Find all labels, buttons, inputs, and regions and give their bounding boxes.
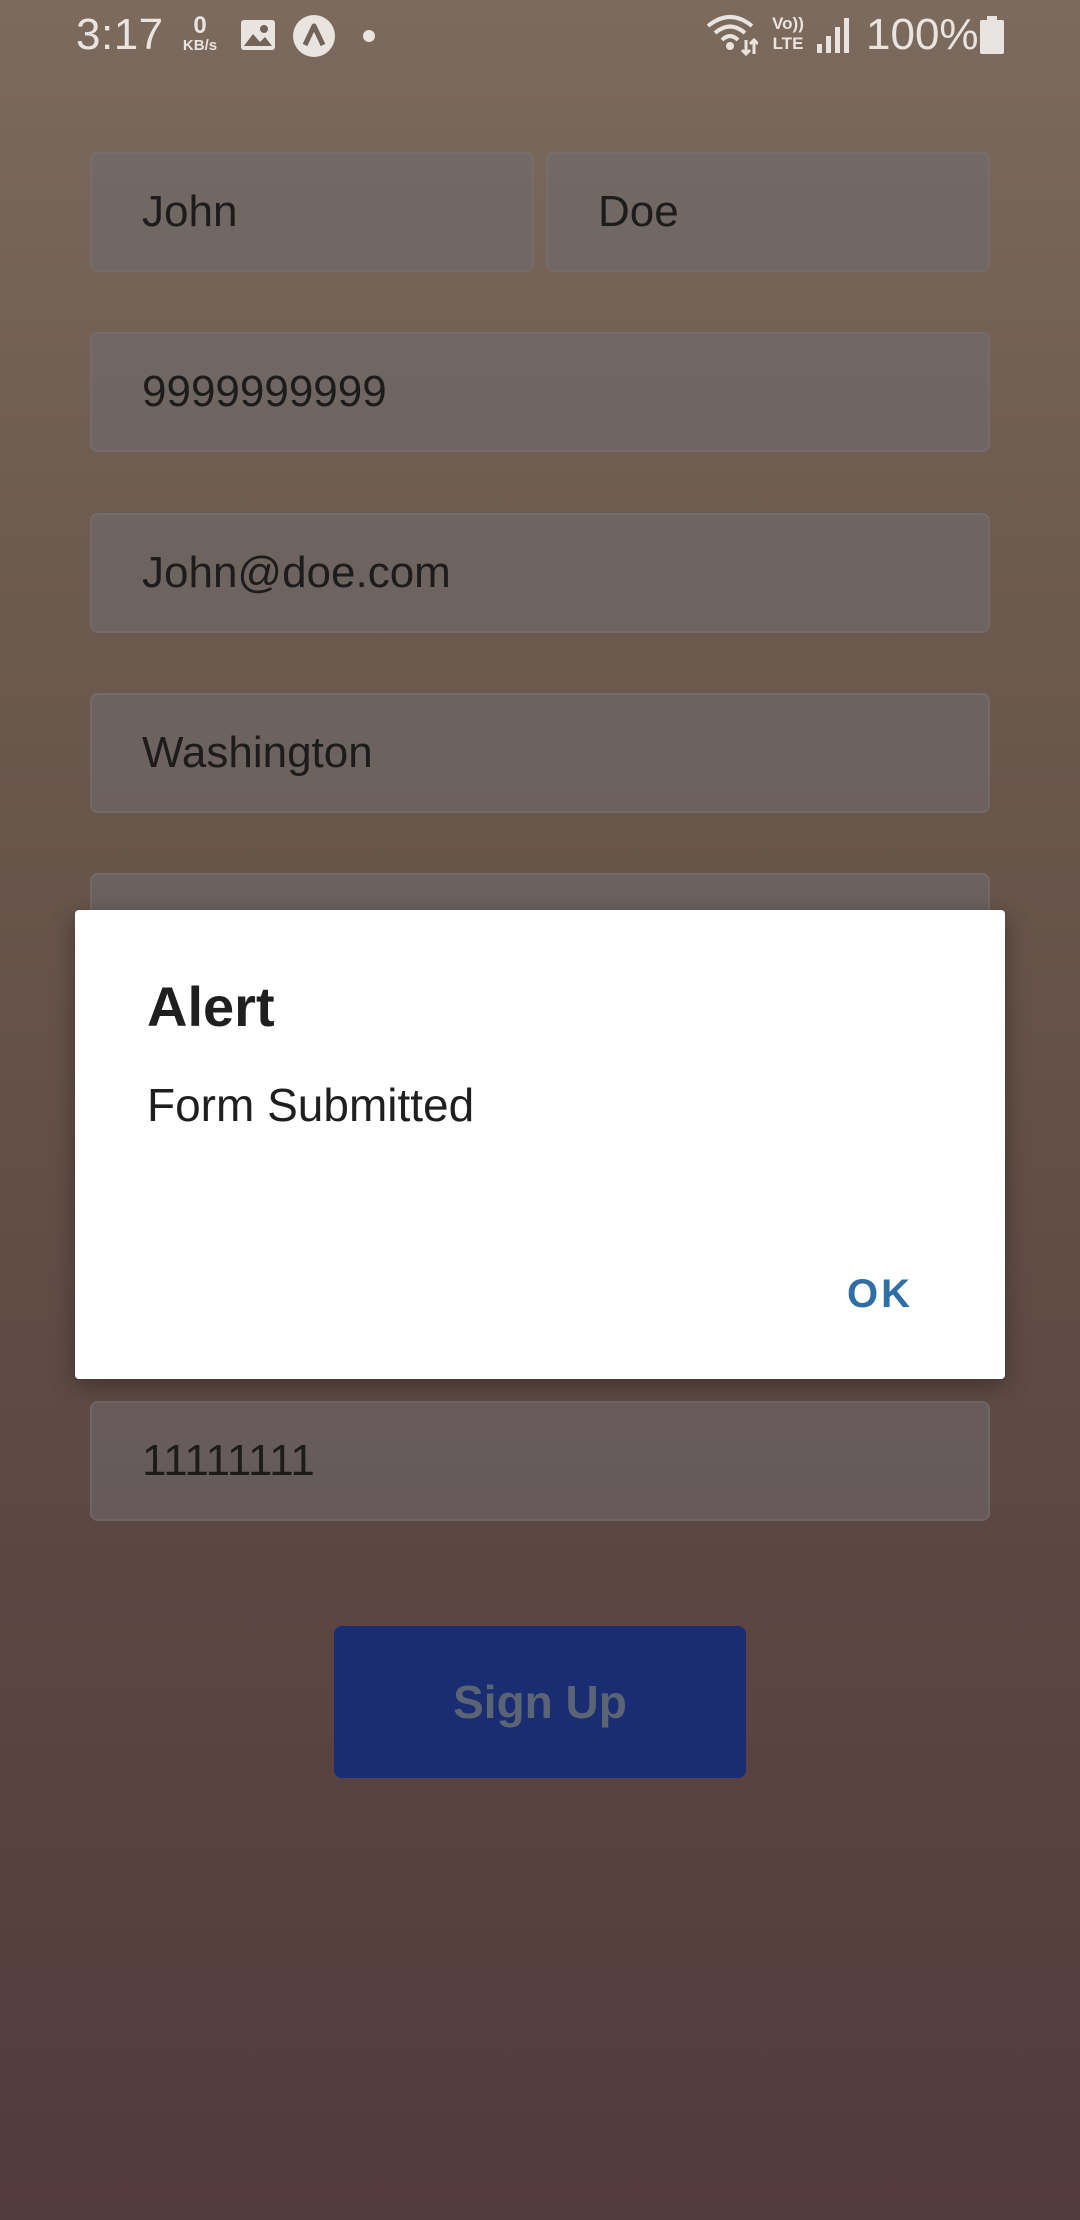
status-bar: 3:17 0 KB/s Vo)) LTE 100% — [0, 0, 1080, 72]
city-value: Washington — [142, 728, 373, 777]
wifi-icon — [706, 15, 758, 56]
dot-icon — [363, 30, 375, 42]
phone-input[interactable]: 9999999999 — [90, 332, 990, 452]
last-name-input[interactable]: Doe — [546, 152, 990, 272]
battery-percent: 100% — [866, 10, 979, 59]
volte-label: Vo)) — [772, 14, 804, 33]
sign-up-button[interactable]: Sign Up — [334, 1626, 746, 1778]
app-icon — [293, 15, 335, 57]
ok-button[interactable]: OK — [847, 1272, 913, 1317]
city-input[interactable]: Washington — [90, 693, 990, 813]
sign-up-label: Sign Up — [453, 1676, 627, 1728]
battery-icon — [980, 16, 1004, 54]
gallery-icon — [241, 20, 275, 50]
volte-indicator: Vo)) LTE — [768, 14, 808, 54]
network-speed-value: 0 — [193, 12, 207, 39]
lte-label: LTE — [772, 34, 804, 53]
dialog-title: Alert — [147, 975, 275, 1038]
status-time: 3:17 — [76, 10, 164, 59]
first-name-value: John — [142, 187, 238, 236]
network-speed-unit: KB/s — [182, 37, 218, 54]
code-input[interactable]: 11111111 — [90, 1401, 990, 1521]
network-speed: 0 KB/s — [178, 12, 222, 54]
alert-dialog: Alert Form Submitted OK — [75, 910, 1005, 1379]
signal-icon — [817, 18, 849, 53]
email-input[interactable]: John@doe.com — [90, 513, 990, 633]
dialog-message: Form Submitted — [147, 1079, 475, 1131]
code-value: 11111111 — [142, 1436, 315, 1485]
first-name-input[interactable]: John — [90, 152, 534, 272]
phone-value: 9999999999 — [142, 367, 387, 416]
last-name-value: Doe — [598, 187, 679, 236]
email-value: John@doe.com — [142, 548, 451, 597]
